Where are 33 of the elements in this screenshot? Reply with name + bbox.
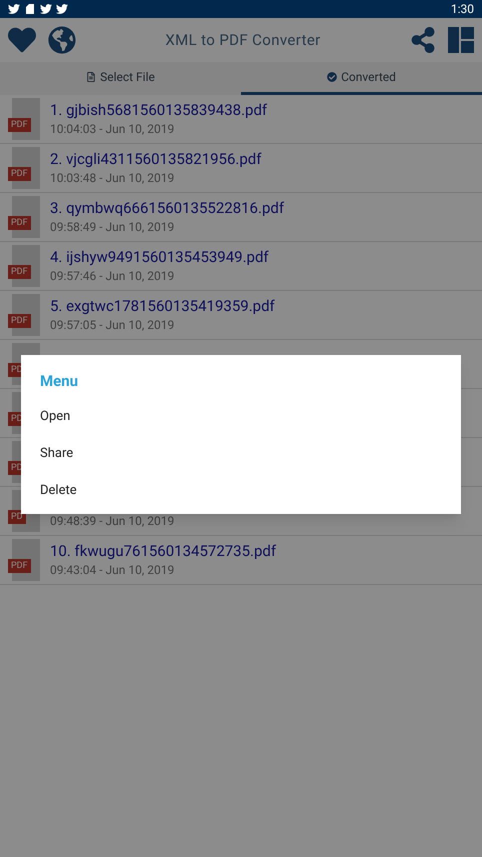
file-name: 2. vjcgli4311560135821956.pdf [50,149,262,169]
grid-icon[interactable] [448,27,474,53]
file-name: 4. ijshyw9491560135453949.pdf [50,247,269,267]
file-row[interactable]: PDF 1. gjbish5681560135839438.pdf 10:04:03 - Jun 10, 2019 [0,95,482,144]
file-date: 09:57:46 - Jun 10, 2019 [50,268,176,285]
tab[interactable]: Converted [241,62,482,95]
file-date: 09:57:05 - Jun 10, 2019 [50,317,176,334]
file-date: 09:58:49 - Jun 10, 2019 [50,219,176,236]
file-name: 3. qymbwq6661560135522816.pdf [50,198,284,218]
file-name: 5. exgtwc1781560135419359.pdf [50,296,275,316]
file-row[interactable]: PDF 2. vjcgli4311560135821956.pdf 10:03:48 - Jun 10, 2019 [0,144,482,193]
app-title: XML to PDF Converter [164,30,322,51]
globe-icon[interactable] [48,26,76,54]
file-date: 10:03:48 - Jun 10, 2019 [50,170,176,187]
file-date: 09:48:39 - Jun 10, 2019 [50,513,174,530]
file-date: 10:04:03 - Jun 10, 2019 [50,121,176,138]
file-date: 09:43:04 - Jun 10, 2019 [50,562,176,579]
file-row[interactable]: PDF 5. exgtwc1781560135419359.pdf 09:57:05 - Jun 10, 2019 [0,291,482,340]
bird-icon [40,3,52,15]
file-row[interactable]: PDF 4. ijshyw9491560135453949.pdf 09:57:46 - Jun 10, 2019 [0,242,482,291]
file-row[interactable]: PDF 3. qymbwq6661560135522816.pdf 09:58:49 - Jun 10, 2019 [0,193,482,242]
share-icon[interactable] [410,27,436,53]
bird-icon [56,3,68,15]
file-name: 10. fkwugu761560134572735.pdf [50,541,276,561]
file-row[interactable]: PDF 10. fkwugu761560134572735.pdf 09:43:04 - Jun 10, 2019 [0,536,482,585]
heart-icon[interactable] [8,26,36,54]
clock: 1:30 [450,1,474,18]
dialog-title: Menu [39,371,80,392]
file-name: 1. gjbish5681560135839438.pdf [50,100,268,120]
file-icon [86,72,96,82]
notification-icon [24,3,36,15]
tab[interactable]: Select File [0,62,241,95]
bird-icon [8,3,20,15]
